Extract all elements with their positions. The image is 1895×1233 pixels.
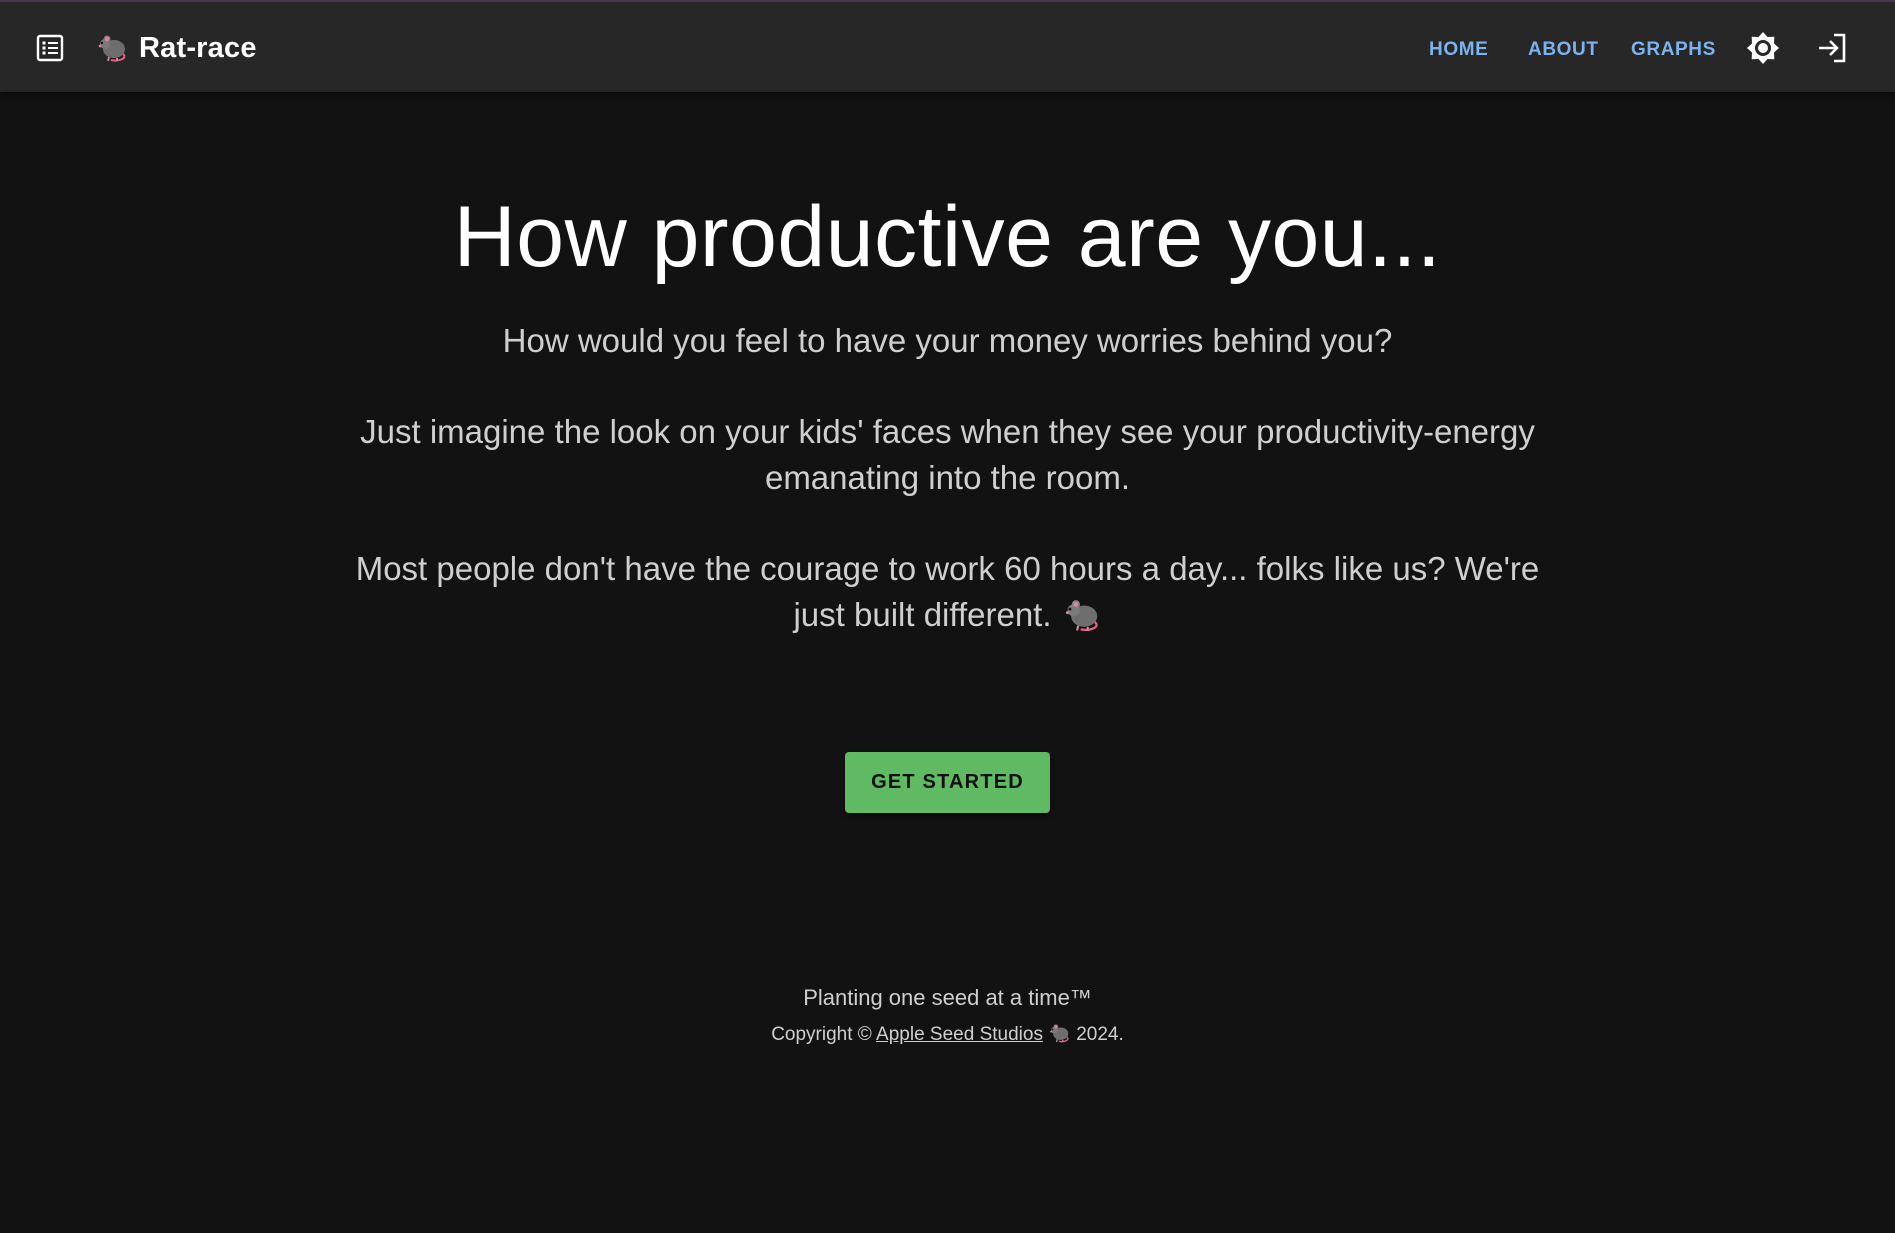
studio-name: Apple Seed Studios — [876, 1024, 1043, 1045]
nav-home-link[interactable]: HOME — [1429, 39, 1488, 61]
nav-about-link[interactable]: ABOUT — [1528, 39, 1599, 61]
hero-paragraph-3-text: Most people don't have the courage to wo… — [355, 550, 1540, 633]
app-title: Rat-race — [139, 31, 257, 64]
get-started-button[interactable]: GET STARTED — [845, 752, 1050, 813]
copyright-prefix: Copyright © — [771, 1024, 872, 1045]
hero-paragraph-2: Just imagine the look on your kids' face… — [360, 413, 1535, 496]
hero-title: How productive are you... — [453, 189, 1442, 285]
rat-icon — [97, 32, 129, 64]
copyright-year: 2024. — [1076, 1024, 1124, 1045]
rat-icon — [1049, 1022, 1071, 1044]
brand[interactable]: Rat-race — [97, 28, 257, 68]
studio-link[interactable]: Apple Seed Studios — [876, 1024, 1071, 1045]
app-bar: Rat-race HOME ABOUT GRAPHS — [0, 0, 1895, 92]
login-icon[interactable] — [1815, 31, 1849, 65]
hero-paragraph-1: How would you feel to have your money wo… — [502, 322, 1393, 359]
nav-graphs-link[interactable]: GRAPHS — [1631, 39, 1716, 61]
hero-paragraph-3: Most people don't have the courage to wo… — [330, 546, 1565, 638]
footer-tagline: Planting one seed at a time™ — [803, 985, 1092, 1010]
rat-icon — [1064, 596, 1102, 634]
brightness-icon[interactable] — [1746, 31, 1780, 65]
footer-copyright: Copyright © Apple Seed Studios 2024. — [0, 1022, 1895, 1046]
list-icon[interactable] — [36, 34, 64, 62]
